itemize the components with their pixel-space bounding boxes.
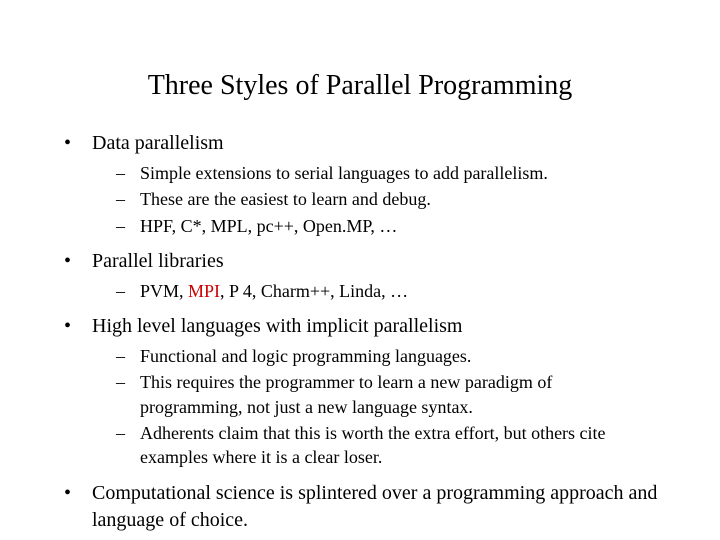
dash-icon: – <box>60 161 140 185</box>
list-item: • Parallel libraries – PVM, MPI, P 4, Ch… <box>60 248 660 303</box>
sub-list: – Functional and logic programming langu… <box>60 344 660 469</box>
slide: Three Styles of Parallel Programming • D… <box>0 0 720 540</box>
sub-item: – This requires the programmer to learn … <box>60 370 660 419</box>
dash-icon: – <box>60 370 140 394</box>
sub-item: – HPF, C*, MPL, pc++, Open.MP, … <box>60 214 660 238</box>
slide-title: Three Styles of Parallel Programming <box>60 70 660 102</box>
bullet-row: • High level languages with implicit par… <box>60 313 660 340</box>
bullet-row: • Parallel libraries <box>60 248 660 275</box>
dash-icon: – <box>60 344 140 368</box>
bullet-icon: • <box>60 480 92 507</box>
bullet-text: Computational science is splintered over… <box>92 480 660 534</box>
dash-icon: – <box>60 214 140 238</box>
sub-text: Simple extensions to serial languages to… <box>140 161 660 185</box>
list-item: • Data parallelism – Simple extensions t… <box>60 130 660 238</box>
list-item: • Computational science is splintered ov… <box>60 480 660 534</box>
bullet-icon: • <box>60 248 92 275</box>
sub-item: – PVM, MPI, P 4, Charm++, Linda, … <box>60 279 660 303</box>
bullet-row: • Data parallelism <box>60 130 660 157</box>
sub-list: – Simple extensions to serial languages … <box>60 161 660 238</box>
sub-text: HPF, C*, MPL, pc++, Open.MP, … <box>140 214 660 238</box>
sub-text: These are the easiest to learn and debug… <box>140 187 660 211</box>
bullet-list: • Data parallelism – Simple extensions t… <box>60 130 660 534</box>
dash-icon: – <box>60 421 140 445</box>
sub-text: Adherents claim that this is worth the e… <box>140 421 660 470</box>
sub-text: PVM, MPI, P 4, Charm++, Linda, … <box>140 279 660 303</box>
dash-icon: – <box>60 187 140 211</box>
dash-icon: – <box>60 279 140 303</box>
sub-text: This requires the programmer to learn a … <box>140 370 660 419</box>
bullet-icon: • <box>60 130 92 157</box>
sub-text: Functional and logic programming languag… <box>140 344 660 368</box>
sub-item: – Simple extensions to serial languages … <box>60 161 660 185</box>
sub-item: – Adherents claim that this is worth the… <box>60 421 660 470</box>
sub-item: – Functional and logic programming langu… <box>60 344 660 368</box>
bullet-text: Parallel libraries <box>92 248 224 275</box>
bullet-icon: • <box>60 313 92 340</box>
bullet-text: Data parallelism <box>92 130 224 157</box>
bullet-text: High level languages with implicit paral… <box>92 313 462 340</box>
list-item: • High level languages with implicit par… <box>60 313 660 469</box>
sub-item: – These are the easiest to learn and deb… <box>60 187 660 211</box>
sub-list: – PVM, MPI, P 4, Charm++, Linda, … <box>60 279 660 303</box>
bullet-row: • Computational science is splintered ov… <box>60 480 660 534</box>
